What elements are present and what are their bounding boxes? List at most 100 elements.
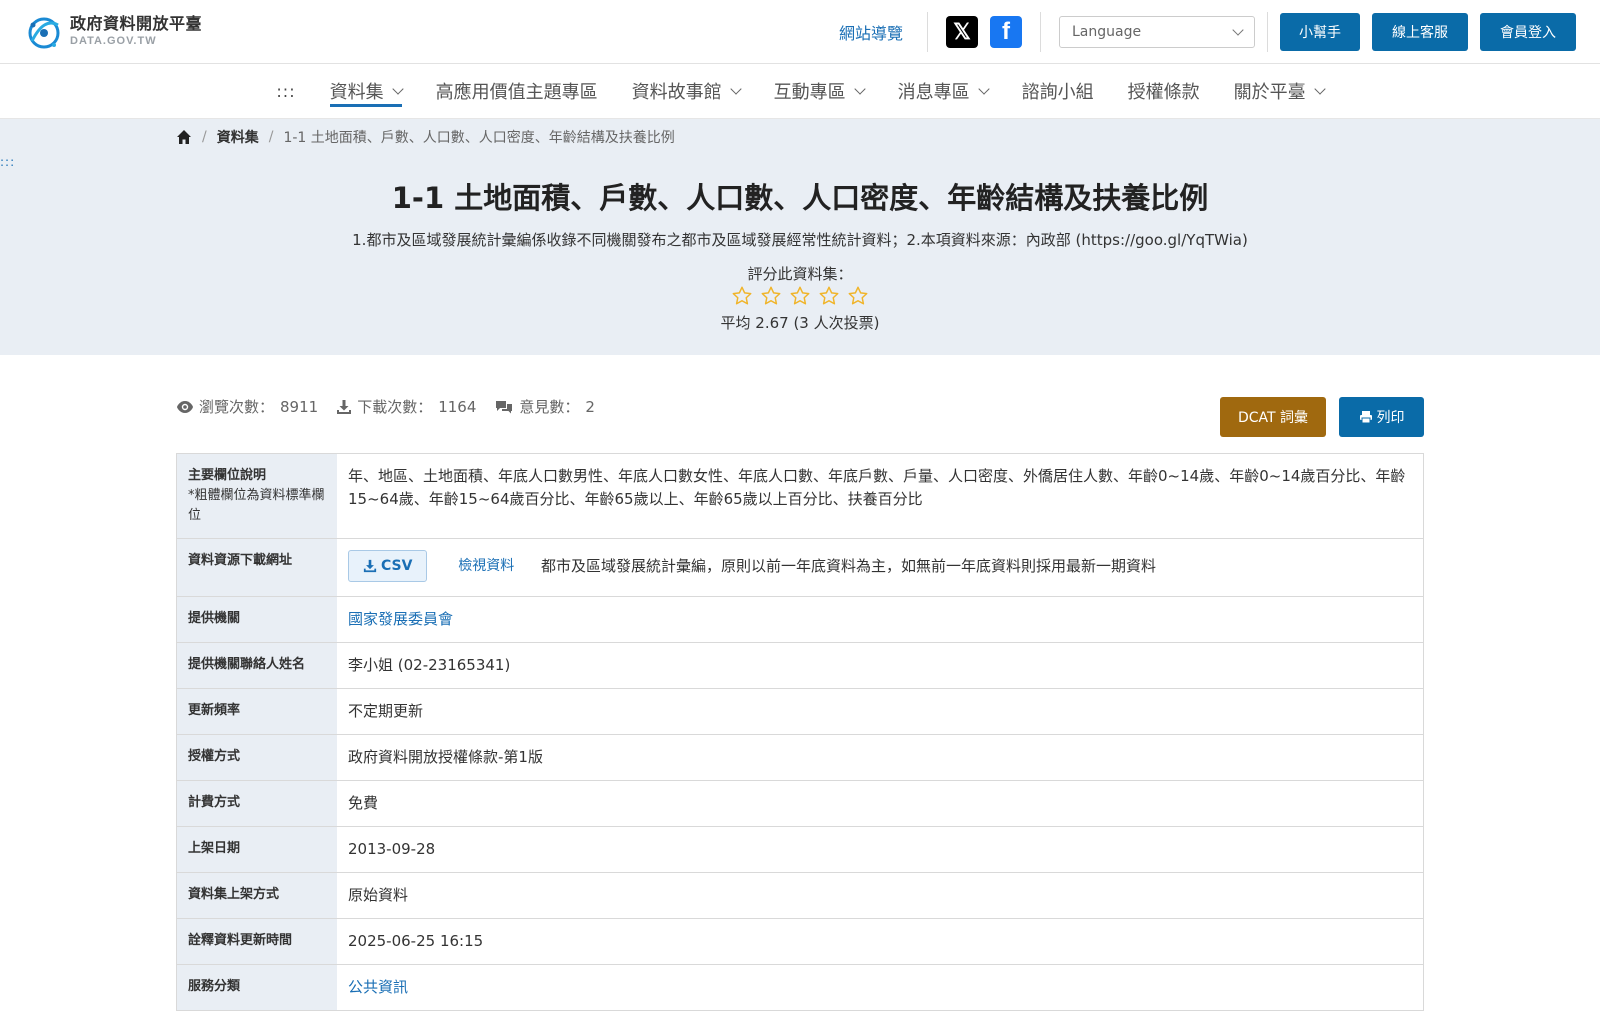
fee-label: 計費方式 [177, 781, 337, 826]
row-header: 主要欄位說明 *粗體欄位為資料標準欄位 [177, 454, 337, 538]
nav-item-datasets[interactable]: 資料集 [329, 64, 404, 119]
comments-icon [496, 400, 513, 413]
provider-link[interactable]: 國家發展委員會 [348, 610, 453, 628]
breadcrumb-separator: / [268, 129, 274, 145]
license-label: 授權方式 [177, 735, 337, 780]
views-stat: 瀏覽次數： 8911 [176, 396, 318, 417]
star-icon[interactable] [789, 285, 811, 307]
main-nav: ::: 資料集 高應用價值主題專區 資料故事館 互動專區 消息專區 諮詢小組 授… [0, 64, 1600, 119]
table-row: 主要欄位說明 *粗體欄位為資料標準欄位 年、地區、土地面積、年底人口數男性、年底… [177, 454, 1423, 539]
nav-item-news[interactable]: 消息專區 [897, 64, 990, 119]
breadcrumb-current: 1-1 土地面積、戶數、人口數、人口密度、年齡結構及扶養比例 [283, 130, 675, 146]
table-row: 提供機關 國家發展委員會 [177, 597, 1423, 643]
contact-label: 提供機關聯絡人姓名 [177, 643, 337, 688]
category-label: 服務分類 [177, 965, 337, 1010]
table-row: 提供機關聯絡人姓名 李小姐 (02-23165341) [177, 643, 1423, 689]
fields-label: 主要欄位說明 [188, 468, 267, 483]
published-label: 上架日期 [177, 827, 337, 872]
chevron-down-icon [1313, 83, 1326, 95]
csv-download-button[interactable]: CSV [348, 550, 428, 582]
language-select[interactable]: Language [1059, 16, 1255, 48]
comments-stat: 意見數： 2 [494, 396, 595, 417]
rating-stars [0, 285, 1600, 311]
divider [1040, 12, 1041, 52]
chevron-down-icon [977, 83, 990, 95]
nav-item-advisory[interactable]: 諮詢小組 [1022, 64, 1094, 119]
facebook-icon[interactable]: f [990, 16, 1022, 48]
dataset-info-table: 主要欄位說明 *粗體欄位為資料標準欄位 年、地區、土地面積、年底人口數男性、年底… [176, 453, 1424, 1011]
comments-label: 意見數： [519, 398, 580, 416]
table-row: 詮釋資料更新時間 2025-06-25 16:15 [177, 919, 1423, 965]
dataset-stats: 瀏覽次數： 8911 下載次數： 1164 意見數： 2 [176, 396, 613, 417]
star-icon[interactable] [847, 285, 869, 307]
page-title: 1-1 土地面積、戶數、人口數、人口密度、年齡結構及扶養比例 [391, 181, 1209, 215]
table-row: 上架日期 2013-09-28 [177, 827, 1423, 873]
chevron-down-icon [1232, 24, 1244, 36]
rating-label: 評分此資料集： [747, 265, 853, 283]
frequency-value: 不定期更新 [348, 702, 424, 720]
table-row: 授權方式 政府資料開放授權條款-第1版 [177, 735, 1423, 781]
divider [927, 12, 928, 52]
site-logo[interactable]: 政府資料開放平臺 DATA.GOV.TW [24, 11, 202, 51]
view-data-link[interactable]: 檢視資料 [458, 558, 514, 574]
category-link[interactable]: 公共資訊 [348, 978, 408, 996]
logo-icon [28, 17, 60, 49]
login-button[interactable]: 會員登入 [1480, 13, 1576, 51]
download-icon [363, 559, 377, 573]
table-row: 資料集上架方式 原始資料 [177, 873, 1423, 919]
nav-item-interactive[interactable]: 互動專區 [773, 64, 866, 119]
logo-title: 政府資料開放平臺 [70, 14, 203, 33]
provider-label: 提供機關 [177, 597, 337, 642]
views-count: 8911 [280, 397, 319, 416]
nav-item-label: 資料集 [329, 82, 384, 103]
dataset-hero: / 資料集 / 1-1 土地面積、戶數、人口數、人口密度、年齡結構及扶養比例 :… [0, 119, 1600, 355]
csv-label: CSV [381, 557, 413, 574]
nav-item-high-value[interactable]: 高應用價值主題專區 [436, 64, 598, 119]
frequency-label: 更新頻率 [177, 689, 337, 734]
site-header: 政府資料開放平臺 DATA.GOV.TW 網站導覽 𝕏 f Language 小… [0, 0, 1600, 64]
download-icon [337, 399, 352, 414]
print-label: 列印 [1376, 410, 1405, 426]
views-label: 瀏覽次數： [199, 398, 275, 416]
nav-item-stories[interactable]: 資料故事館 [631, 64, 742, 119]
fields-note: *粗體欄位為資料標準欄位 [188, 488, 325, 523]
nav-item-label: 關於平臺 [1233, 82, 1306, 103]
nav-item-label: 資料故事館 [631, 82, 722, 103]
eye-icon [177, 400, 193, 413]
breadcrumb-datasets[interactable]: 資料集 [217, 127, 259, 147]
meta-updated-value: 2025-06-25 16:15 [348, 932, 484, 950]
helper-button[interactable]: 小幫手 [1280, 13, 1360, 51]
print-button[interactable]: 列印 [1339, 397, 1424, 437]
nav-item-about[interactable]: 關於平臺 [1233, 64, 1326, 119]
rating-average: 平均 2.67 (3 人次投票) [720, 314, 880, 332]
x-twitter-icon[interactable]: 𝕏 [946, 16, 978, 48]
table-row: 服務分類 公共資訊 [177, 965, 1423, 1011]
nav-item-label: 消息專區 [897, 82, 970, 103]
star-icon[interactable] [818, 285, 840, 307]
downloads-stat: 下載次數： 1164 [336, 396, 476, 417]
method-label: 資料集上架方式 [177, 873, 337, 918]
nav-accesskey[interactable]: ::: [276, 82, 295, 101]
nav-item-label: 互動專區 [773, 82, 846, 103]
resource-description: 都市及區域發展統計彙編，原則以前一年底資料為主，如無前一年底資料則採用最新一期資… [541, 556, 1157, 575]
nav-item-label: 諮詢小組 [1021, 82, 1094, 103]
nav-item-license[interactable]: 授權條款 [1128, 64, 1200, 119]
dataset-description: 1.都市及區域發展統計彙編係收錄不同機關發布之都市及區域發展經常性統計資料；2.… [352, 231, 1248, 249]
chevron-down-icon [853, 83, 866, 95]
logo-subtitle: DATA.GOV.TW [70, 35, 157, 47]
star-icon[interactable] [760, 285, 782, 307]
home-icon[interactable] [176, 129, 192, 145]
method-value: 原始資料 [348, 886, 409, 904]
meta-updated-label: 詮釋資料更新時間 [177, 919, 337, 964]
downloads-count: 1164 [438, 397, 477, 416]
sitemap-link[interactable]: 網站導覽 [839, 20, 903, 44]
contact-value: 李小姐 (02-23165341) [348, 656, 511, 674]
content-accesskey[interactable]: ::: [0, 155, 15, 169]
nav-item-label: 授權條款 [1127, 82, 1200, 103]
star-icon[interactable] [731, 285, 753, 307]
download-url-label: 資料資源下載網址 [177, 539, 337, 596]
dcat-button[interactable]: DCAT 詞彙 [1220, 397, 1326, 437]
printer-icon [1359, 411, 1372, 424]
chevron-down-icon [391, 83, 404, 95]
online-service-button[interactable]: 線上客服 [1372, 13, 1468, 51]
